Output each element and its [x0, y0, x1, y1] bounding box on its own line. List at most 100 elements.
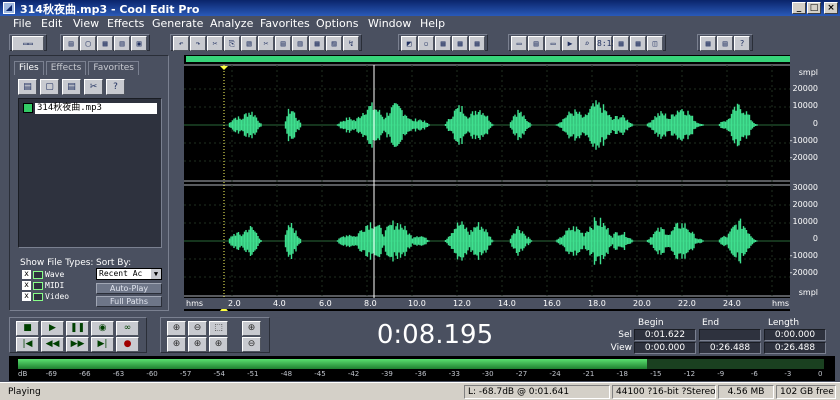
menu-view[interactable]: View [73, 17, 99, 30]
file-list[interactable]: 314秋夜曲.mp3 [18, 98, 162, 248]
time-window-button[interactable]: 8:15 [596, 36, 616, 51]
file-type-wave[interactable]: x Wave [22, 270, 64, 279]
edit-icon[interactable]: ✂ [84, 79, 103, 95]
help-button[interactable]: ? [734, 36, 750, 51]
zoom-in-icon[interactable]: ⊕ [167, 321, 186, 336]
view-begin-field[interactable]: 0:00.000 [634, 342, 696, 354]
maximize-button[interactable]: □ [807, 2, 821, 14]
waveform-segment [336, 220, 430, 262]
panel-window-button[interactable]: ◫ [647, 36, 663, 51]
loop-button[interactable]: ∞ [116, 321, 139, 336]
cut-button[interactable]: ✂ [207, 36, 223, 51]
grid-button-1[interactable]: ▦ [435, 36, 451, 51]
file-type-video[interactable]: x Video [22, 292, 69, 301]
waveform-display[interactable] [184, 55, 790, 311]
window-button-2[interactable]: ▤ [528, 36, 544, 51]
grid-button-3[interactable]: ▦ [469, 36, 485, 51]
play-window-button[interactable]: ▶ [562, 36, 578, 51]
menu-window[interactable]: Window [368, 17, 411, 30]
snapshot-button[interactable]: ↯ [343, 36, 359, 51]
grid-button-2[interactable]: ▦ [452, 36, 468, 51]
close-file-icon[interactable]: ▢ [40, 79, 59, 95]
zoom-left-icon[interactable]: ⊕ [188, 337, 207, 352]
new-file-button[interactable]: ▤ [63, 36, 79, 51]
paste-new-button[interactable]: ▥ [292, 36, 308, 51]
menu-options[interactable]: Options [316, 17, 358, 30]
menu-favorites[interactable]: Favorites [260, 17, 310, 30]
close-file-button[interactable]: ▣ [131, 36, 147, 51]
window-button-3[interactable]: ▭ [545, 36, 561, 51]
zoom-full-icon[interactable]: ⬚ [209, 321, 228, 336]
insert-icon[interactable]: ▤ [62, 79, 81, 95]
record-button[interactable]: ● [116, 337, 139, 352]
find-button[interactable]: ⌕ [579, 36, 595, 51]
chevron-down-icon[interactable]: ▼ [151, 269, 161, 279]
help-icon[interactable]: ? [106, 79, 125, 95]
open-folder-icon[interactable]: ▤ [18, 79, 37, 95]
settings-button[interactable]: ▤ [717, 36, 733, 51]
zoom-right-icon[interactable]: ⊕ [209, 337, 228, 352]
sort-by-select[interactable]: Recent Ac ▼ [96, 268, 162, 280]
zoom-in-vertical-icon[interactable]: ⊕ [242, 321, 261, 336]
tab-files[interactable]: Files [14, 61, 44, 75]
waveform-canvas[interactable] [184, 55, 790, 311]
list-item[interactable]: 314秋夜曲.mp3 [23, 102, 157, 114]
toolbar: ▭▭ ▤ ▢ ▦ ▥ ▣ ↶ ↷ ✂ ⎘ ▧ ✂ ▤ ▥ ▦ ▨ ↯ ◩ ▫ ▦… [0, 33, 840, 52]
scale-label: -20000 [789, 268, 818, 277]
zoom-out-vertical-icon[interactable]: ⊖ [242, 337, 261, 352]
sel-end-field[interactable] [699, 329, 761, 341]
full-paths-button[interactable]: Full Paths [96, 296, 162, 307]
menu-generate[interactable]: Generate [152, 17, 203, 30]
view-length-field[interactable]: 0:26.488 [764, 342, 826, 354]
zoom-selection-icon[interactable]: ⊕ [167, 337, 186, 352]
go-to-start-button[interactable]: |◀ [16, 337, 39, 352]
window-button-1[interactable]: ▭ [511, 36, 527, 51]
menu-effects[interactable]: Effects [107, 17, 144, 30]
copy-new-button[interactable]: ▧ [241, 36, 257, 51]
save-as-button[interactable]: ▥ [114, 36, 130, 51]
sel-length-field[interactable]: 0:00.000 [764, 329, 826, 341]
select-all-button[interactable]: ▨ [326, 36, 342, 51]
scale-label: smpl [798, 68, 818, 77]
undo-button[interactable]: ↶ [173, 36, 189, 51]
tab-favorites[interactable]: Favorites [88, 61, 139, 75]
menu-edit[interactable]: Edit [41, 17, 62, 30]
list-window-button[interactable]: ▦ [630, 36, 646, 51]
pause-button[interactable]: ❚❚ [66, 321, 89, 336]
redo-button[interactable]: ↷ [190, 36, 206, 51]
open-file-button[interactable]: ▢ [80, 36, 96, 51]
menu-help[interactable]: Help [420, 17, 445, 30]
play-button[interactable]: ▶ [41, 321, 64, 336]
mix-paste-button[interactable]: ▦ [309, 36, 325, 51]
current-time: 0:08.195 [376, 320, 494, 350]
close-button[interactable]: × [824, 2, 838, 14]
multitrack-toggle-button[interactable]: ▭▭ [12, 36, 44, 51]
rewind-button[interactable]: ◀◀ [41, 337, 64, 352]
minimize-button[interactable]: _ [792, 2, 806, 14]
cd-button[interactable]: ▦ [700, 36, 716, 51]
video-checkbox[interactable]: x [22, 292, 31, 301]
spectral-view-button[interactable]: ◩ [401, 36, 417, 51]
file-type-midi[interactable]: x MIDI [22, 281, 64, 290]
waveform-view-button[interactable]: ▫ [418, 36, 434, 51]
sel-begin-field[interactable]: 0:01.622 [634, 329, 696, 341]
tab-effects[interactable]: Effects [45, 61, 87, 75]
play-to-end-button[interactable]: ◉ [91, 321, 114, 336]
zoom-out-icon[interactable]: ⊖ [188, 321, 207, 336]
view-end-field[interactable]: 0:26.488 [699, 342, 761, 354]
menu-analyze[interactable]: Analyze [210, 17, 253, 30]
meter-scale-label: -45 [314, 370, 326, 378]
trim-button[interactable]: ✂ [258, 36, 274, 51]
overview-bar[interactable] [186, 56, 790, 62]
stop-button[interactable]: ■ [16, 321, 39, 336]
copy-button[interactable]: ⎘ [224, 36, 240, 51]
save-button[interactable]: ▦ [97, 36, 113, 51]
wave-checkbox[interactable]: x [22, 270, 31, 279]
menu-file[interactable]: File [13, 17, 31, 30]
midi-checkbox[interactable]: x [22, 281, 31, 290]
meter-window-button[interactable]: ▦ [613, 36, 629, 51]
fast-forward-button[interactable]: ▶▶ [66, 337, 89, 352]
paste-button[interactable]: ▤ [275, 36, 291, 51]
go-to-end-button[interactable]: ▶| [91, 337, 114, 352]
auto-play-button[interactable]: Auto-Play [96, 283, 162, 294]
